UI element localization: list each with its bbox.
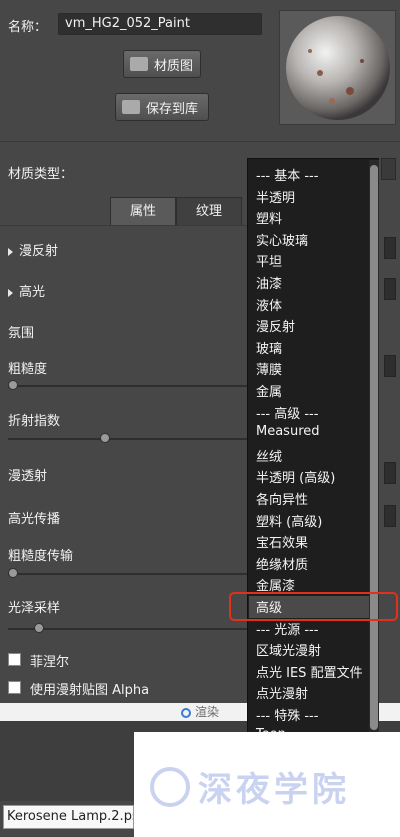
material-type-label: 材质类型：	[8, 167, 74, 182]
diffuse-swatch[interactable]	[384, 237, 396, 259]
dropdown-item[interactable]: 半透明 (高级)	[256, 467, 335, 486]
dropdown-item[interactable]: 区域光漫射	[256, 640, 321, 659]
dropdown-item[interactable]: 玻璃	[256, 338, 282, 357]
save-library-icon	[122, 100, 140, 114]
dropdown-item[interactable]: 平坦	[256, 251, 282, 270]
gloss-samples-slider-track[interactable]	[8, 628, 248, 630]
save-to-library-label: 保存到库	[146, 101, 199, 117]
material-sphere-image	[280, 11, 395, 124]
material-type-dropdown[interactable]: --- 基本 --- 半透明塑料实心玻璃平坦油漆液体漫反射玻璃薄膜金属 --- 高级…	[247, 158, 379, 738]
specular-swatch[interactable]	[384, 278, 396, 300]
material-name-field[interactable]: vm_HG2_052_Paint	[58, 13, 262, 35]
dropdown-item[interactable]: 油漆	[256, 273, 282, 292]
roughness-slider-track[interactable]	[8, 385, 248, 387]
dropdown-item[interactable]: 各向异性	[256, 489, 308, 508]
diffuse-map-alpha-label: 使用漫射贴图 Alpha	[30, 683, 150, 698]
dropdown-item[interactable]: 实心玻璃	[256, 230, 308, 249]
dropdown-item[interactable]: Measured	[256, 424, 320, 439]
specular-section[interactable]: 高光	[8, 281, 45, 300]
watermark-logo: 深夜学院	[150, 762, 350, 811]
tab-properties[interactable]: 属性	[110, 197, 176, 225]
dropdown-item[interactable]: 半透明	[256, 187, 295, 206]
dropdown-item[interactable]: 薄膜	[256, 359, 282, 378]
file-name-field[interactable]: Kerosene Lamp.2.psd	[3, 805, 134, 829]
roughness-slider-knob[interactable]	[8, 380, 18, 390]
specular-transmission-label: 高光传播	[8, 512, 61, 527]
tab-textures[interactable]: 纹理	[176, 197, 242, 225]
expand-triangle-icon	[8, 288, 13, 297]
dropdown-item[interactable]: 塑料 (高级)	[256, 511, 322, 530]
dropdown-item: --- 光源 ---	[256, 622, 319, 638]
dropdown-item: --- 高级 ---	[256, 406, 319, 422]
ior-slider-knob[interactable]	[100, 433, 110, 443]
ior-slider-track[interactable]	[8, 438, 248, 440]
material-preview	[279, 10, 396, 125]
dropdown-item[interactable]: 点光 IES 配置文件	[256, 662, 363, 681]
dropdown-item: --- 特殊 ---	[256, 709, 319, 724]
dropdown-item[interactable]: 绝缘材质	[256, 554, 308, 573]
diffuse-label: 漫反射	[19, 244, 59, 259]
save-to-library-button[interactable]: 保存到库	[115, 93, 209, 121]
watermark-text: 深夜学院	[198, 770, 350, 810]
name-label: 名称：	[8, 20, 48, 35]
specular-label: 高光	[19, 285, 46, 300]
diffuse-map-alpha-checkbox[interactable]	[8, 681, 21, 694]
material-map-button[interactable]: 材质图	[123, 50, 201, 78]
highlight-annotation	[229, 592, 398, 621]
fresnel-label: 菲涅尔	[30, 655, 70, 670]
material-map-label: 材质图	[154, 58, 194, 74]
dropdown-scrollbar-thumb[interactable]	[370, 165, 378, 730]
dropdown-item[interactable]: 塑料	[256, 208, 282, 227]
diffuse-transmission-swatch[interactable]	[384, 462, 396, 484]
dropdown-item[interactable]: 点光漫射	[256, 683, 308, 702]
roughness-transmission-slider-track[interactable]	[8, 573, 248, 575]
tabs-divider	[0, 225, 248, 226]
dropdown-item[interactable]: 宝石效果	[256, 532, 308, 551]
ior-label: 折射指数	[8, 414, 61, 429]
dropdown-item: --- 基本 ---	[256, 169, 319, 184]
watermark-logo-icon	[150, 766, 190, 807]
diffuse-transmission-label: 漫透射	[8, 469, 48, 484]
specular-transmission-swatch[interactable]	[384, 505, 396, 527]
fresnel-checkbox[interactable]	[8, 653, 21, 666]
material-map-icon	[130, 57, 148, 71]
dropdown-item[interactable]: 漫反射	[256, 316, 295, 335]
material-type-select-arrow[interactable]	[381, 158, 396, 180]
roughness-transmission-slider-knob[interactable]	[8, 568, 18, 578]
dropdown-item[interactable]: 金属	[256, 381, 282, 400]
section-divider	[0, 141, 400, 142]
roughness-transmission-label: 粗糙度传输	[8, 549, 74, 564]
render-label: 渲染	[194, 705, 219, 719]
gloss-samples-slider-knob[interactable]	[34, 623, 44, 633]
gloss-samples-label: 光泽采样	[8, 601, 61, 616]
dropdown-item[interactable]: 丝绒	[256, 446, 282, 465]
roughness-label: 粗糙度	[8, 362, 48, 377]
diffuse-section[interactable]: 漫反射	[8, 240, 58, 259]
expand-triangle-icon	[8, 247, 13, 256]
dropdown-item[interactable]: 液体	[256, 295, 282, 314]
roughness-value-box[interactable]	[384, 355, 396, 377]
atmosphere-label: 氛围	[8, 326, 35, 341]
render-icon	[180, 707, 191, 718]
